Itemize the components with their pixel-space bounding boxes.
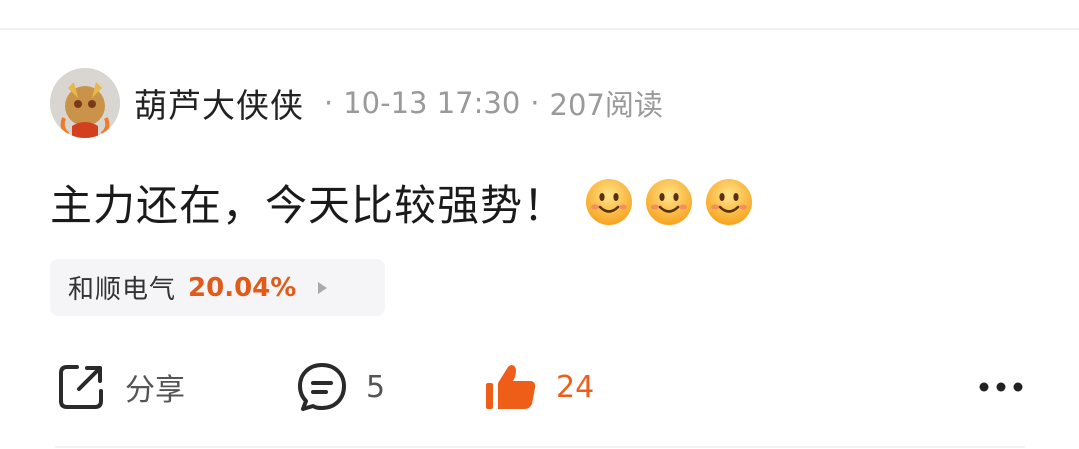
stock-chip[interactable]: 和顺电气 20.04% [50, 259, 385, 316]
smile-emoji-icon [586, 179, 633, 225]
post-content: 主力还在，今天比较强势！ [50, 170, 764, 234]
post-header: 葫芦大侠侠 · 10-13 17:30 · 207阅读 [50, 67, 663, 139]
thumbs-up-icon [486, 365, 536, 409]
meta-separator: · [530, 86, 540, 120]
author-name[interactable]: 葫芦大侠侠 [134, 79, 304, 127]
post-meta: · 10-13 17:30 · 207阅读 [314, 82, 663, 124]
more-icon [979, 382, 1023, 392]
post-text: 主力还在，今天比较强势！ [50, 180, 567, 230]
chevron-right-icon [318, 281, 328, 294]
like-count: 24 [556, 369, 595, 405]
meta-separator: · [324, 86, 334, 120]
share-label: 分享 [125, 373, 185, 408]
comment-count: 5 [366, 369, 386, 405]
share-button[interactable]: 分享 [55, 352, 185, 422]
share-icon [59, 365, 103, 409]
view-count: 207阅读 [549, 88, 663, 122]
comment-button[interactable]: 5 [296, 352, 385, 422]
smile-emoji-icon [646, 179, 693, 225]
action-bar: 分享 5 24 [0, 352, 1079, 422]
stock-name: 和顺电气 [68, 275, 177, 305]
more-button[interactable] [978, 352, 1024, 422]
emoji-group [584, 177, 764, 227]
like-button[interactable]: 24 [484, 352, 594, 422]
bottom-divider [55, 446, 1025, 448]
smile-emoji-icon [706, 179, 753, 225]
avatar[interactable] [50, 68, 120, 138]
comment-icon [298, 363, 346, 411]
top-divider [0, 28, 1079, 30]
stock-change: 20.04% [188, 272, 297, 303]
post-date: 10-13 17:30 [343, 86, 521, 120]
